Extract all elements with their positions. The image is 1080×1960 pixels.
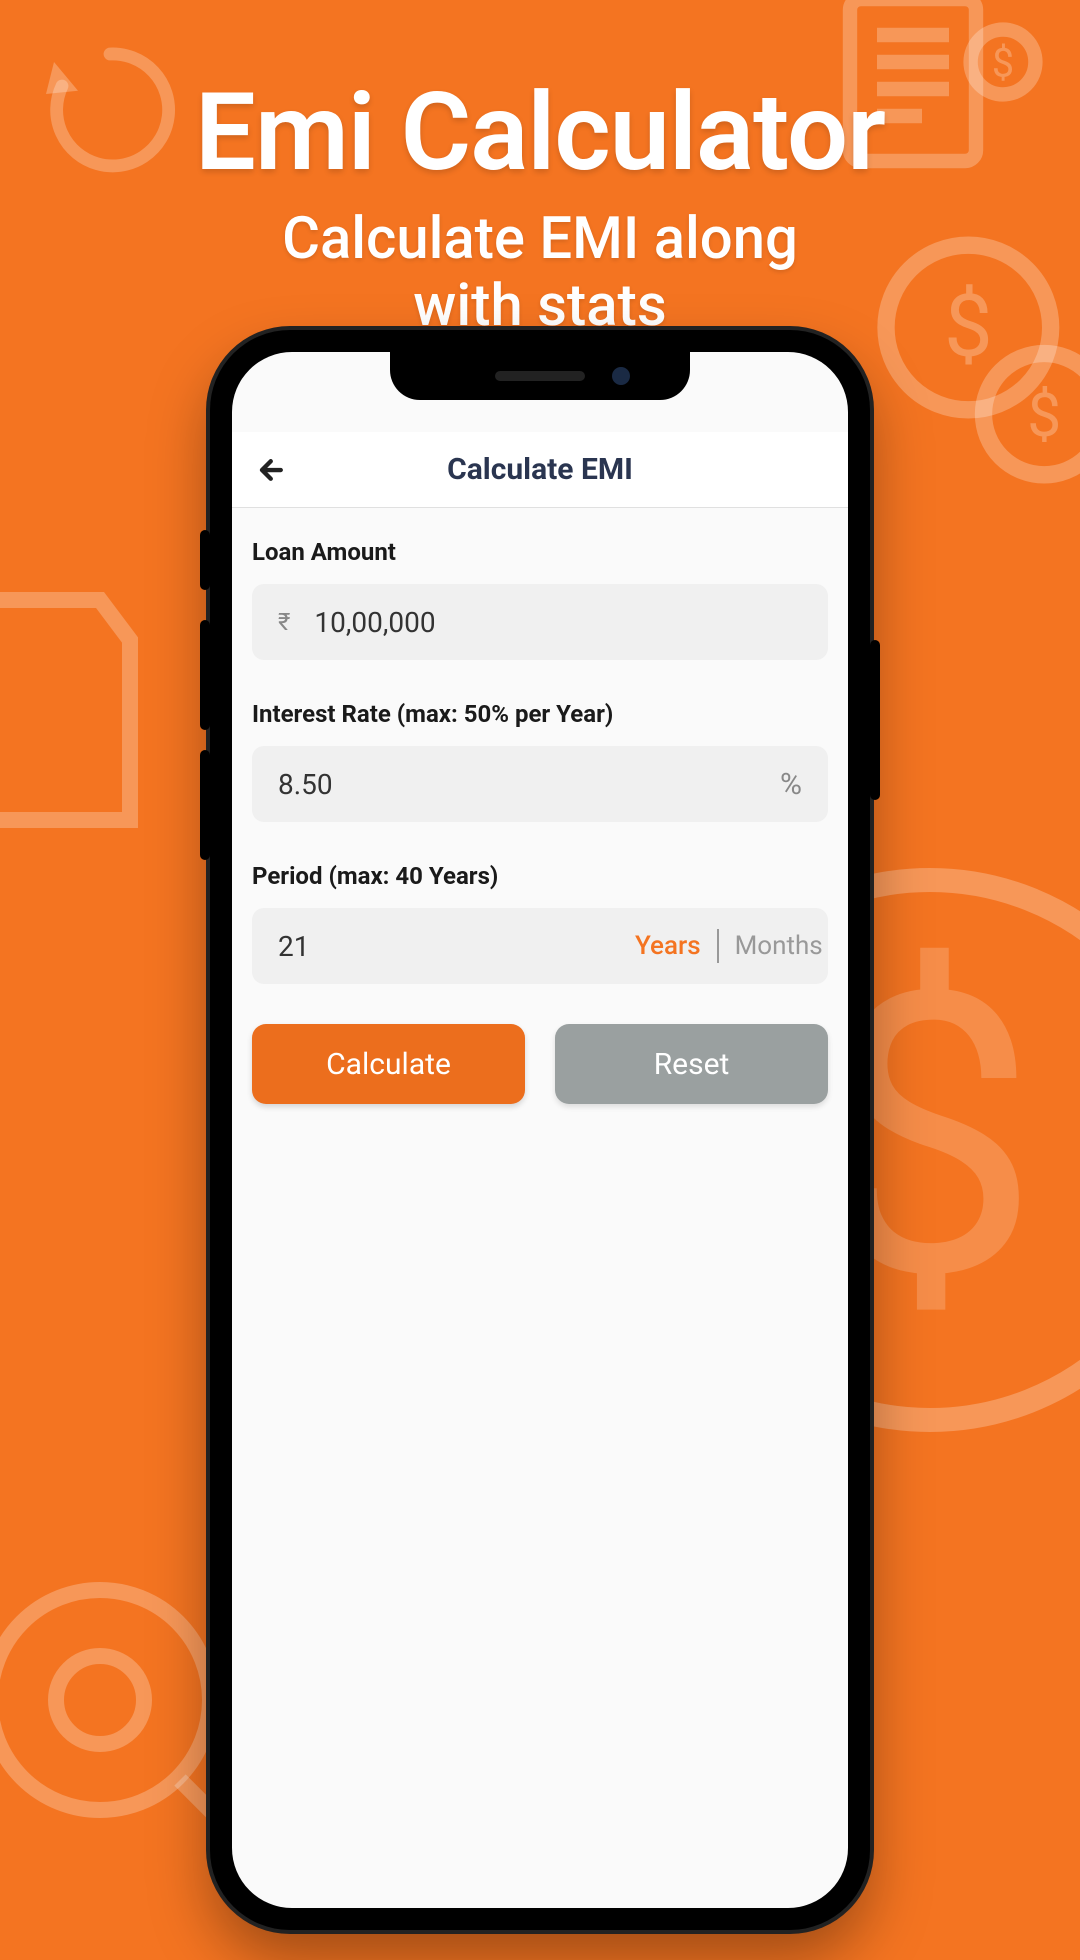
promo-subtitle: Calculate EMI along with stats: [0, 206, 1080, 339]
period-unit-months[interactable]: Months: [735, 931, 823, 961]
period-unit-years[interactable]: Years: [635, 931, 701, 961]
loan-amount-input[interactable]: ₹: [252, 584, 828, 660]
promo-title: Emi Calculator: [0, 70, 1080, 196]
calculate-button[interactable]: Calculate: [252, 1024, 525, 1104]
rupee-icon: ₹: [278, 608, 290, 636]
period-unit-toggle: Years Months: [635, 929, 823, 963]
loan-amount-label: Loan Amount: [252, 538, 828, 566]
emi-form: Loan Amount ₹ Interest Rate (max: 50% pe…: [232, 508, 848, 1134]
reset-button[interactable]: Reset: [555, 1024, 828, 1104]
phone-frame: Calculate EMI Loan Amount ₹ Interest Rat…: [210, 330, 870, 1930]
svg-text:$: $: [1027, 380, 1061, 451]
page-title: Calculate EMI: [252, 452, 828, 487]
sim-icon: [0, 580, 140, 840]
interest-rate-value[interactable]: [278, 768, 780, 801]
period-input[interactable]: Years Months: [252, 908, 828, 984]
phone-notch: [390, 352, 690, 400]
divider: [717, 929, 719, 963]
period-label: Period (max: 40 Years): [252, 862, 828, 890]
loan-amount-value[interactable]: [314, 606, 802, 639]
interest-rate-input[interactable]: %: [252, 746, 828, 822]
period-value[interactable]: [278, 930, 635, 963]
app-header: Calculate EMI: [232, 432, 848, 508]
interest-rate-label: Interest Rate (max: 50% per Year): [252, 700, 828, 728]
phone-screen: Calculate EMI Loan Amount ₹ Interest Rat…: [232, 352, 848, 1908]
percent-icon: %: [780, 767, 802, 802]
